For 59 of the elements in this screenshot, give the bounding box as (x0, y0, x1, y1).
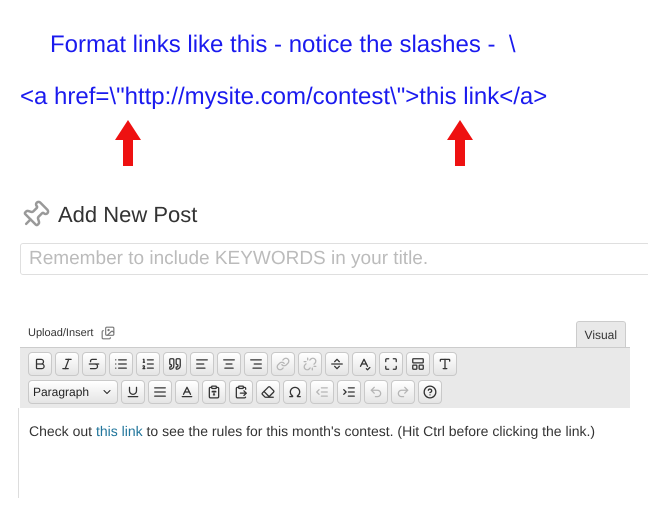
indent-icon (342, 385, 356, 399)
align-right-icon (249, 357, 263, 371)
justify-icon (153, 385, 167, 399)
toolbar-button[interactable] (256, 380, 280, 404)
toolbar-button[interactable] (163, 352, 187, 376)
text-color-icon (180, 385, 194, 399)
toolbar-button[interactable] (136, 352, 160, 376)
content-link[interactable]: this link (96, 423, 143, 439)
arrow-icon (115, 120, 141, 166)
omega-icon (288, 385, 302, 399)
arrow-icon (447, 120, 473, 166)
eraser-icon (261, 385, 275, 399)
toolbar-button[interactable] (190, 352, 214, 376)
post-content: Check out this link to see the rules for this month's contest. (Hit Ctrl before clicking the link.) (29, 422, 596, 441)
title-field[interactable]: Remember to include KEYWORDS in your title. (20, 243, 648, 275)
toolbar-button[interactable] (217, 352, 241, 376)
help-icon (423, 385, 437, 399)
underline-icon (126, 385, 140, 399)
numbered-list-icon (141, 357, 155, 371)
toolbar-button[interactable] (175, 380, 199, 404)
bullet-list-icon (114, 357, 128, 371)
toolbar-button[interactable] (325, 352, 349, 376)
media-icon[interactable] (101, 326, 116, 340)
toolbar-button[interactable] (433, 352, 457, 376)
toolbar-button[interactable] (418, 380, 442, 404)
toolbar-button[interactable] (244, 352, 268, 376)
strikethrough-icon (87, 357, 101, 371)
align-center-icon (222, 357, 236, 371)
spellcheck-icon (357, 357, 371, 371)
toolbar-button[interactable] (406, 352, 430, 376)
paste-text-icon (207, 385, 221, 399)
toolbar-button[interactable] (379, 352, 403, 376)
fullscreen-icon (384, 357, 398, 371)
link-icon (276, 357, 290, 371)
toolbar-button[interactable] (352, 352, 376, 376)
page-title: Add New Post (58, 201, 198, 229)
italic-icon (60, 357, 74, 371)
toolbar-button[interactable] (283, 380, 307, 404)
redo-icon (396, 385, 410, 399)
toolbar-button[interactable] (337, 380, 361, 404)
format-select[interactable]: Paragraph (28, 380, 118, 404)
toolbar-button[interactable] (55, 352, 79, 376)
toolbar-button[interactable] (109, 352, 133, 376)
annotation-text: Format links like this - notice the slashes - \ (49, 30, 516, 60)
undo-icon (369, 385, 383, 399)
toolbar-button[interactable] (148, 380, 172, 404)
visual-tab[interactable]: Visual (576, 321, 626, 347)
upload-insert-label: Upload/Insert (28, 326, 94, 340)
bold-icon (33, 357, 47, 371)
toolbar-button[interactable] (28, 352, 52, 376)
quote-icon (168, 357, 182, 371)
toolbar-button[interactable] (229, 380, 253, 404)
align-left-icon (195, 357, 209, 371)
outdent-icon (315, 385, 329, 399)
annotation-code: <a href=\"http://mysite.com/contest\">this link</a> (19, 82, 548, 112)
unlink-icon (303, 357, 317, 371)
toolbar-button[interactable] (82, 352, 106, 376)
toolbar-button[interactable] (121, 380, 145, 404)
toolbar-button[interactable] (202, 380, 226, 404)
